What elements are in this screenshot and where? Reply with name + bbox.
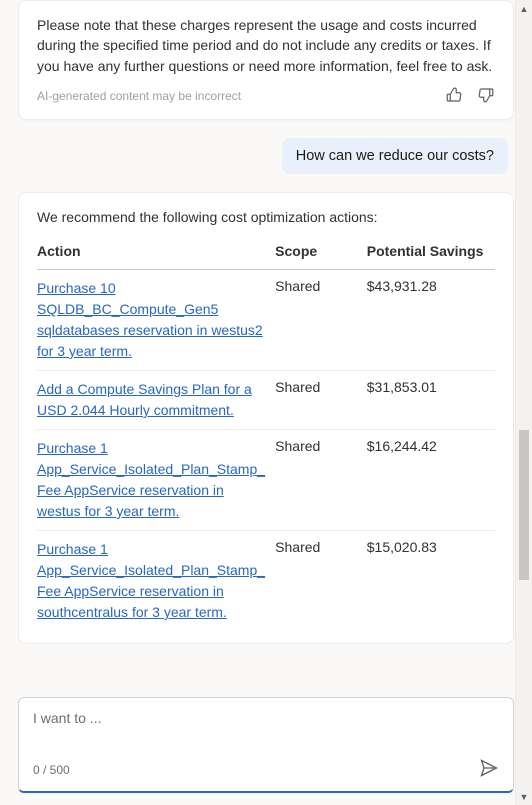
- ai-disclaimer: AI-generated content may be incorrect: [37, 89, 241, 103]
- send-icon: [479, 758, 499, 778]
- table-row: Purchase 1 App_Service_Isolated_Plan_Sta…: [37, 530, 495, 631]
- savings-cell: $16,244.42: [367, 429, 495, 530]
- user-message-row: How can we reduce our costs?: [18, 138, 514, 174]
- table-row: Purchase 1 App_Service_Isolated_Plan_Sta…: [37, 429, 495, 530]
- table-row: Purchase 10 SQLDB_BC_Compute_Gen5 sqldat…: [37, 269, 495, 370]
- scroll-thumb[interactable]: [519, 430, 529, 580]
- action-link[interactable]: Add a Compute Savings Plan for a USD 2.0…: [37, 381, 252, 418]
- send-button[interactable]: [479, 758, 499, 781]
- recommendations-intro: We recommend the following cost optimiza…: [37, 209, 495, 225]
- thumbs-down-icon[interactable]: [477, 86, 495, 107]
- action-link[interactable]: Purchase 1 App_Service_Isolated_Plan_Sta…: [37, 440, 265, 519]
- col-header-scope: Scope: [275, 239, 367, 270]
- user-message-bubble: How can we reduce our costs?: [282, 138, 508, 174]
- thumbs-up-icon[interactable]: [445, 86, 463, 107]
- ai-message-card: Please note that these charges represent…: [18, 0, 514, 120]
- savings-cell: $43,931.28: [367, 269, 495, 370]
- col-header-action: Action: [37, 239, 275, 270]
- scope-cell: Shared: [275, 370, 367, 429]
- col-header-savings: Potential Savings: [367, 239, 495, 270]
- action-link[interactable]: Purchase 10 SQLDB_BC_Compute_Gen5 sqldat…: [37, 280, 263, 359]
- scope-cell: Shared: [275, 429, 367, 530]
- recommendations-card: We recommend the following cost optimiza…: [18, 192, 514, 644]
- chat-input-area[interactable]: I want to ... 0 / 500: [18, 697, 514, 793]
- scope-cell: Shared: [275, 530, 367, 631]
- recommendations-table: Action Scope Potential Savings Purchase …: [37, 239, 495, 631]
- char-count: 0 / 500: [33, 763, 70, 777]
- scope-cell: Shared: [275, 269, 367, 370]
- scroll-up-arrow-icon[interactable]: ▲: [516, 0, 532, 17]
- scroll-down-arrow-icon[interactable]: ▼: [516, 788, 532, 805]
- savings-cell: $31,853.01: [367, 370, 495, 429]
- ai-message-text: Please note that these charges represent…: [37, 15, 495, 76]
- vertical-scrollbar[interactable]: ▲ ▼: [515, 0, 532, 805]
- table-row: Add a Compute Savings Plan for a USD 2.0…: [37, 370, 495, 429]
- chat-scroll-region[interactable]: Please note that these charges represent…: [0, 0, 532, 680]
- chat-input-placeholder[interactable]: I want to ...: [33, 710, 499, 750]
- action-link[interactable]: Purchase 1 App_Service_Isolated_Plan_Sta…: [37, 541, 265, 620]
- feedback-controls: [445, 86, 495, 107]
- savings-cell: $15,020.83: [367, 530, 495, 631]
